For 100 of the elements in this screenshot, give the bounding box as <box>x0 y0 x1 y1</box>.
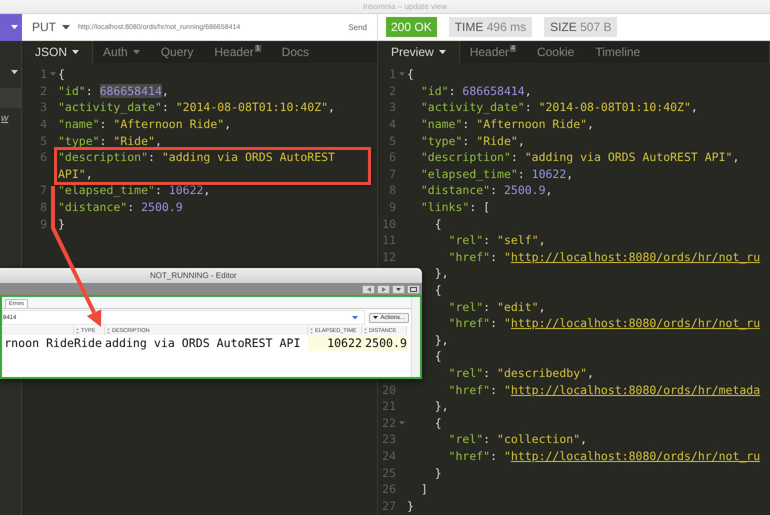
line-number: 8 <box>39 200 47 214</box>
code-line: "rel": "edit", <box>448 300 546 314</box>
caret-icon <box>352 316 358 320</box>
scrollbar[interactable] <box>411 297 420 377</box>
code-line: "type": "Ride", <box>58 134 162 148</box>
code-line: "href": "http://localhost:8080/ords/hr/not_ru <box>448 250 760 264</box>
line-number: 1 <box>388 67 396 82</box>
code-line: }, <box>434 332 449 347</box>
caret-icon <box>11 25 18 30</box>
code-line: "description": "adding via ORDS AutoREST API", <box>420 150 740 164</box>
code-line: } <box>407 498 414 513</box>
workspace-header[interactable] <box>0 14 22 41</box>
window-title: Insomnia – update view <box>362 2 448 11</box>
line-number: 10 <box>381 216 396 231</box>
caret-icon <box>11 70 18 74</box>
window-title: NOT_RUNNING - Editor <box>150 271 237 280</box>
code-line: "elapsed_time": 10622, <box>58 183 210 198</box>
code-line: "id": 686658414, <box>420 84 532 98</box>
sort-icon <box>76 328 79 334</box>
window-icon <box>410 286 417 292</box>
code-line: API", <box>58 166 93 181</box>
line-number: 5 <box>388 134 396 148</box>
code-line: "rel": "describedby", <box>448 366 594 380</box>
line-number: 22 <box>381 416 396 430</box>
send-button[interactable]: Send <box>348 22 367 32</box>
code-line: "name": "Afternoon Ride", <box>58 117 232 132</box>
code-line: { <box>434 416 442 430</box>
code-line: }, <box>434 266 449 280</box>
back-button[interactable] <box>362 284 375 294</box>
line-number: 6 <box>388 150 396 164</box>
left-arrow-icon <box>366 286 370 292</box>
code-line: "href": "http://localhost:8080/ords/hr/metada <box>448 382 760 397</box>
code-line: } <box>58 216 65 231</box>
code-line: { <box>434 216 442 231</box>
code-line: } <box>434 466 442 480</box>
url-link[interactable]: http://localhost:8080/ords/hr/not_ru <box>510 316 760 330</box>
caret-icon <box>62 24 70 30</box>
code-line: "description": "adding via ORDS AutoREST <box>58 150 335 164</box>
sidebar-link[interactable]: w <box>0 113 21 124</box>
tab[interactable]: Docs <box>272 41 320 63</box>
maximize-button[interactable] <box>407 284 420 294</box>
line-number: 24 <box>381 448 396 463</box>
line-number: 3 <box>388 100 396 114</box>
code-line: { <box>58 67 65 82</box>
line-number: 7 <box>39 183 47 198</box>
method-selector[interactable]: PUT <box>32 20 56 34</box>
line-number: 12 <box>381 250 396 264</box>
line-number: 2 <box>388 84 396 98</box>
fold-caret-icon[interactable] <box>398 420 404 425</box>
code-line: "id": 686658414, <box>58 84 169 98</box>
line-number: 25 <box>381 466 396 480</box>
tab[interactable]: Query <box>150 41 204 63</box>
code-line: { <box>434 283 442 298</box>
code-line: "distance": 2500.9 <box>58 200 183 214</box>
tab[interactable]: Timeline <box>585 41 652 63</box>
line-number: 8 <box>388 183 396 198</box>
code-line: "distance": 2500.9, <box>420 183 552 198</box>
sort-icon <box>310 328 313 334</box>
line-number: 9 <box>388 200 396 214</box>
code-line: "elapsed_time": 10622, <box>420 166 574 181</box>
line-number: 11 <box>381 233 396 248</box>
url-link[interactable]: http://localhost:8080/ords/hr/metada <box>510 382 760 397</box>
url-link[interactable]: http://localhost:8080/ords/hr/not_ru <box>510 448 760 463</box>
line-number: 2 <box>39 84 47 98</box>
line-number: 26 <box>381 482 396 496</box>
metric-badge: TIME 496 ms <box>448 17 532 37</box>
table-cell: 10622 <box>308 335 362 351</box>
code-line: { <box>407 67 414 82</box>
code-line: "name": "Afternoon Ride", <box>420 117 594 132</box>
tab[interactable]: Auth <box>93 41 151 63</box>
url-link[interactable]: http://localhost:8080/ords/hr/not_ru <box>510 250 760 264</box>
right-arrow-icon <box>382 286 386 292</box>
status-badge: 200 OK <box>386 17 437 37</box>
sort-icon <box>107 328 110 334</box>
dropdown-button[interactable] <box>392 284 405 294</box>
line-number: 4 <box>388 117 396 132</box>
code-line: "activity_date": "2014-08-08T01:10:40Z", <box>58 100 335 114</box>
fold-caret-icon[interactable] <box>50 72 56 76</box>
code-line: "href": "http://localhost:8080/ords/hr/not_ru <box>448 448 760 463</box>
code-line: "type": "Ride", <box>420 134 525 148</box>
sort-icon <box>364 328 367 334</box>
tab[interactable]: Cookie <box>526 41 586 63</box>
fold-caret-icon[interactable] <box>398 72 404 76</box>
tab[interactable]: Preview <box>378 41 460 63</box>
line-number: 9 <box>39 216 47 231</box>
line-number: 1 <box>39 67 47 82</box>
code-line: }, <box>434 399 449 414</box>
line-number: 4 <box>39 117 47 132</box>
code-line: "rel": "collection", <box>448 432 588 446</box>
line-number: 21 <box>381 399 396 414</box>
caret-icon <box>373 316 378 319</box>
code-line: "href": "http://localhost:8080/ords/hr/not_ru <box>448 316 760 330</box>
line-number: 3 <box>39 100 47 114</box>
forward-button[interactable] <box>377 284 390 294</box>
code-line: "rel": "self", <box>448 233 546 248</box>
line-number: 5 <box>39 134 47 148</box>
code-line: "links": [ <box>420 200 490 214</box>
tab[interactable]: JSON <box>22 41 94 63</box>
caret-icon <box>396 288 401 290</box>
line-number: 27 <box>381 498 396 513</box>
